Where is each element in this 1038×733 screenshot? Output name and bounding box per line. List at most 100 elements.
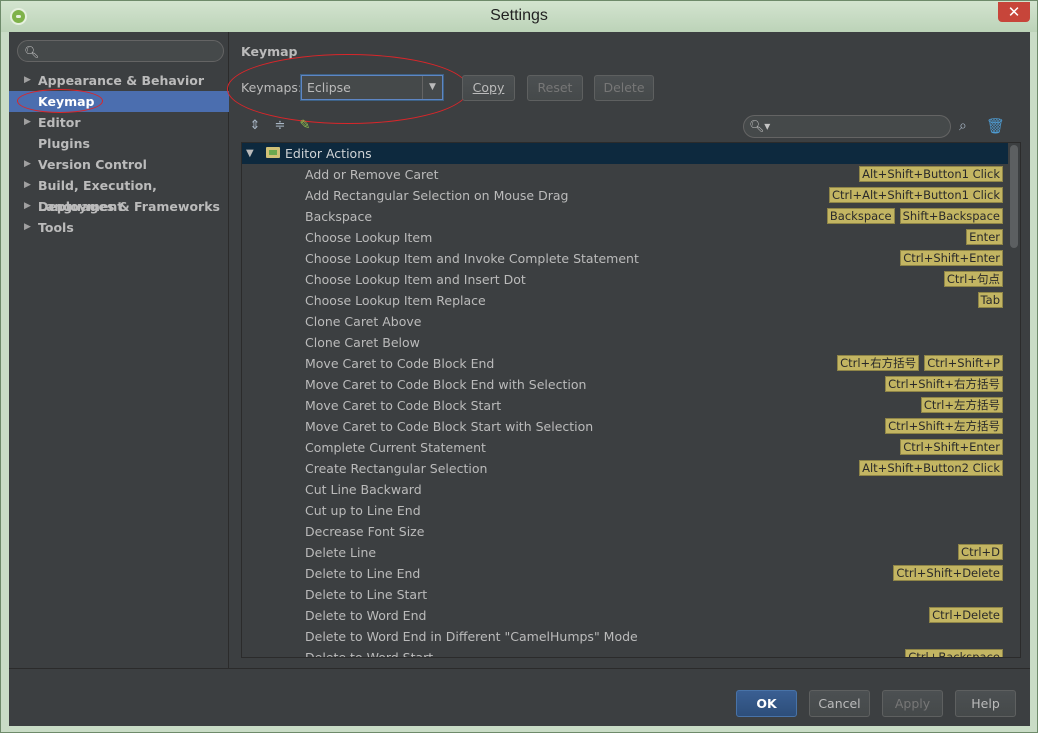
keymap-select-value: Eclipse	[307, 80, 351, 95]
sidebar-item-build-execution-deployment[interactable]: ▶ Build, Execution, Deployment	[9, 175, 229, 214]
shortcut-badge: Ctrl+Shift+Delete	[893, 565, 1003, 581]
keymap-tree[interactable]: ▼ Editor Actions Add or Remove Caret Alt+…	[241, 142, 1021, 658]
action-name: Decrease Font Size	[305, 524, 425, 539]
sidebar-item-version-control[interactable]: ▶ Version Control	[9, 154, 229, 175]
expand-arrow-icon[interactable]: ▶	[24, 70, 31, 91]
sidebar-item-appearance-behavior[interactable]: ▶ Appearance & Behavior	[9, 70, 229, 91]
shortcut-badge: Ctrl+左方括号	[920, 397, 1003, 413]
shortcut-badge: Ctrl+Delete	[929, 607, 1003, 623]
action-name: Add or Remove Caret	[305, 167, 439, 182]
find-shortcut-icon[interactable]: ⌕	[959, 118, 976, 135]
expand-arrow-icon[interactable]: ▶	[24, 154, 31, 175]
shortcut-badge: Ctrl+Shift+Enter	[900, 250, 1003, 266]
shortcut-list: Tab	[977, 292, 1003, 309]
expand-all-icon[interactable]: ⇕	[247, 118, 263, 134]
delete-button[interactable]: Delete	[594, 75, 654, 101]
search-icon: 🔍︎	[24, 45, 40, 59]
tree-row[interactable]: Move Caret to Code Block Start with Sele…	[242, 416, 1008, 437]
shortcut-badge: Ctrl+右方括号	[837, 355, 920, 371]
copy-button[interactable]: Copy	[462, 75, 515, 101]
action-name: Move Caret to Code Block End	[305, 356, 495, 371]
sidebar-item-label: Tools	[38, 220, 74, 235]
sidebar-item-keymap[interactable]: Keymap	[9, 91, 229, 112]
tree-row[interactable]: Clone Caret Below	[242, 332, 1008, 353]
action-name: Choose Lookup Item and Invoke Complete S…	[305, 251, 639, 266]
tree-row[interactable]: Delete to Word End in Different "CamelHu…	[242, 626, 1008, 647]
sidebar-item-label: Keymap	[38, 94, 95, 109]
dialog-footer: OK Cancel Apply Help	[9, 668, 1030, 726]
shortcut-list: Enter	[966, 229, 1003, 246]
expand-arrow-icon[interactable]: ▶	[24, 112, 31, 133]
shortcut-list: Ctrl+句点	[943, 271, 1003, 288]
tree-row[interactable]: Delete to Word End Ctrl+Delete	[242, 605, 1008, 626]
tree-row[interactable]: Cut up to Line End	[242, 500, 1008, 521]
tree-row[interactable]: Add or Remove Caret Alt+Shift+Button1 Cli…	[242, 164, 1008, 185]
search-icon: 🔍︎▾	[749, 119, 771, 133]
tree-scrollbar[interactable]	[1008, 143, 1020, 657]
help-button[interactable]: Help	[955, 690, 1016, 717]
ok-button[interactable]: OK	[736, 690, 797, 717]
tree-row[interactable]: Delete to Word Start Ctrl+Backspace	[242, 647, 1008, 657]
shortcut-list: Ctrl+Shift+左方括号	[885, 418, 1003, 435]
action-name: Choose Lookup Item	[305, 230, 433, 245]
shortcut-badge: Tab	[977, 292, 1003, 308]
tree-group-editor-actions[interactable]: ▼ Editor Actions	[242, 143, 1008, 164]
keymap-select[interactable]: Eclipse ▼	[301, 75, 443, 100]
tree-row[interactable]: Delete to Line End Ctrl+Shift+Delete	[242, 563, 1008, 584]
reset-button[interactable]: Reset	[527, 75, 583, 101]
tree-row[interactable]: Choose Lookup Item and Insert Dot Ctrl+句点	[242, 269, 1008, 290]
edit-pencil-icon[interactable]: ✎	[297, 118, 313, 134]
expand-arrow-icon[interactable]: ▶	[24, 217, 31, 238]
tree-row[interactable]: Choose Lookup Item Replace Tab	[242, 290, 1008, 311]
sidebar-item-label: Plugins	[38, 136, 90, 151]
sidebar-item-plugins[interactable]: Plugins	[9, 133, 229, 154]
expand-arrow-icon[interactable]: ▶	[24, 196, 31, 217]
trash-icon[interactable]: 🗑︎	[986, 117, 1005, 135]
shortcut-badge: Shift+Backspace	[899, 208, 1003, 224]
collapse-all-icon[interactable]: ≑	[272, 118, 288, 134]
tree-row[interactable]: Create Rectangular Selection Alt+Shift+Bu…	[242, 458, 1008, 479]
tree-row[interactable]: Cut Line Backward	[242, 479, 1008, 500]
shortcut-list: Ctrl+Shift+Delete	[893, 565, 1003, 582]
tree-row[interactable]: Move Caret to Code Block Start Ctrl+左方括号	[242, 395, 1008, 416]
sidebar-search-input[interactable]: 🔍︎	[17, 40, 224, 62]
settings-client: 🔍︎ ▶ Appearance & Behavior Keymap ▶ Editor Pl…	[9, 32, 1030, 726]
shortcut-list: Ctrl+右方括号 Ctrl+Shift+P	[837, 355, 1003, 372]
expand-arrow-icon[interactable]: ▶	[24, 175, 31, 196]
apply-button[interactable]: Apply	[882, 690, 943, 717]
shortcut-list: Ctrl+Alt+Shift+Button1 Click	[829, 187, 1003, 204]
shortcut-list: Alt+Shift+Button2 Click	[859, 460, 1003, 477]
tree-row[interactable]: Choose Lookup Item and Invoke Complete S…	[242, 248, 1008, 269]
shortcut-badge: Ctrl+D	[958, 544, 1003, 560]
close-button[interactable]: ✕	[998, 2, 1030, 22]
sidebar-item-languages-frameworks[interactable]: ▶ Languages & Frameworks	[9, 196, 229, 217]
tree-row[interactable]: Clone Caret Above	[242, 311, 1008, 332]
scrollbar-thumb[interactable]	[1010, 145, 1018, 248]
shortcut-list: Ctrl+Shift+Enter	[900, 250, 1003, 267]
window-title: Settings	[490, 7, 548, 24]
tree-row[interactable]: Delete Line Ctrl+D	[242, 542, 1008, 563]
shortcut-badge: Alt+Shift+Button1 Click	[859, 166, 1003, 182]
sidebar-item-label: Version Control	[38, 157, 147, 172]
shortcut-badge: Ctrl+Alt+Shift+Button1 Click	[829, 187, 1003, 203]
tree-row[interactable]: Move Caret to Code Block End with Select…	[242, 374, 1008, 395]
sidebar-item-editor[interactable]: ▶ Editor	[9, 112, 229, 133]
tree-row[interactable]: Decrease Font Size	[242, 521, 1008, 542]
cancel-button[interactable]: Cancel	[809, 690, 870, 717]
chevron-down-icon[interactable]: ▼	[422, 76, 442, 99]
tree-row[interactable]: Delete to Line Start	[242, 584, 1008, 605]
action-name: Delete to Word End	[305, 608, 427, 623]
action-name: Complete Current Statement	[305, 440, 486, 455]
expand-arrow-icon[interactable]: ▼	[246, 143, 254, 164]
shortcut-badge: Alt+Shift+Button2 Click	[859, 460, 1003, 476]
tree-row[interactable]: Add Rectangular Selection on Mouse Drag C…	[242, 185, 1008, 206]
tree-search-input[interactable]: 🔍︎▾	[743, 115, 951, 138]
action-name: Clone Caret Above	[305, 314, 422, 329]
tree-row[interactable]: Complete Current Statement Ctrl+Shift+Ent…	[242, 437, 1008, 458]
sidebar-item-label: Appearance & Behavior	[38, 73, 204, 88]
tree-row[interactable]: Choose Lookup Item Enter	[242, 227, 1008, 248]
shortcut-badge: Ctrl+Shift+Enter	[900, 439, 1003, 455]
tree-row[interactable]: Move Caret to Code Block End Ctrl+右方括号 Ctr…	[242, 353, 1008, 374]
tree-row[interactable]: Backspace Backspace Shift+Backspace	[242, 206, 1008, 227]
sidebar-item-tools[interactable]: ▶ Tools	[9, 217, 229, 238]
